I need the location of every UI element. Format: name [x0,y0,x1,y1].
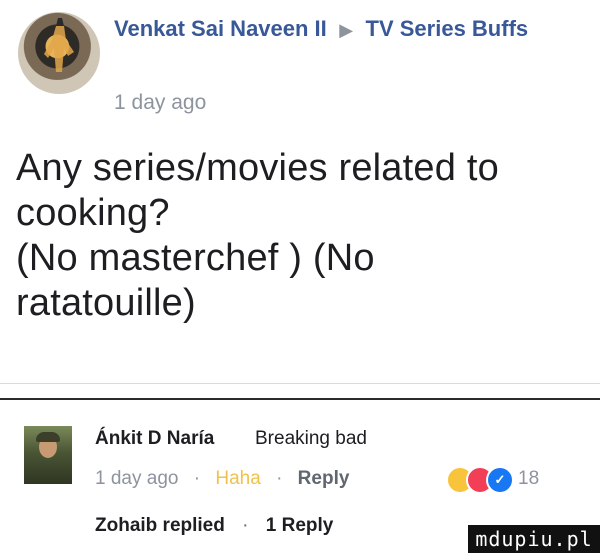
reply-button[interactable]: Reply [298,468,350,489]
comment-author-avatar[interactable] [24,426,72,484]
post-body-line: cooking? [16,192,170,234]
arrow-right-icon: ▶ [339,20,354,40]
separator-dot: · [193,468,201,489]
watermark-logo: mdupiu.pl [468,525,600,553]
haha-reaction-link[interactable]: Haha [215,468,260,489]
post-body-line: Any series/movies related to [16,147,499,189]
post-body-line: (No masterchef ) (No [16,237,375,279]
post: Venkat Sai Naveen II ▶ TV Series Buffs 1… [0,0,600,386]
separator-dot: · [242,515,249,536]
post-body-line: ratatouille) [16,282,196,324]
post-author-name[interactable]: Venkat Sai Naveen II [114,16,327,41]
comment-text: Breaking bad [255,428,367,449]
reply-count-label: 1 Reply [265,515,334,536]
replier-label: Zohaib replied [95,515,225,536]
group-name-link[interactable]: TV Series Buffs [366,16,529,41]
reaction-count: 18 [518,468,540,489]
like-icon: ✓ [486,466,514,494]
avatar-figure-icon [44,18,74,72]
post-author-avatar[interactable] [18,12,100,94]
post-body: Any series/movies related to cooking? (N… [16,146,576,326]
separator-dot: · [276,468,283,489]
replies-link[interactable]: Zohaib replied · 1 Reply [95,515,333,537]
comment-meta: 1 day ago · Haha · Reply [95,468,349,490]
avatar-cap [36,432,60,442]
spacer [0,384,600,398]
comment-author-name[interactable]: Ánkit D Naría [95,428,214,450]
comment-timestamp[interactable]: 1 day ago [95,468,178,489]
post-header: Venkat Sai Naveen II ▶ TV Series Buffs [114,14,584,44]
post-timestamp[interactable]: 1 day ago [114,91,206,115]
